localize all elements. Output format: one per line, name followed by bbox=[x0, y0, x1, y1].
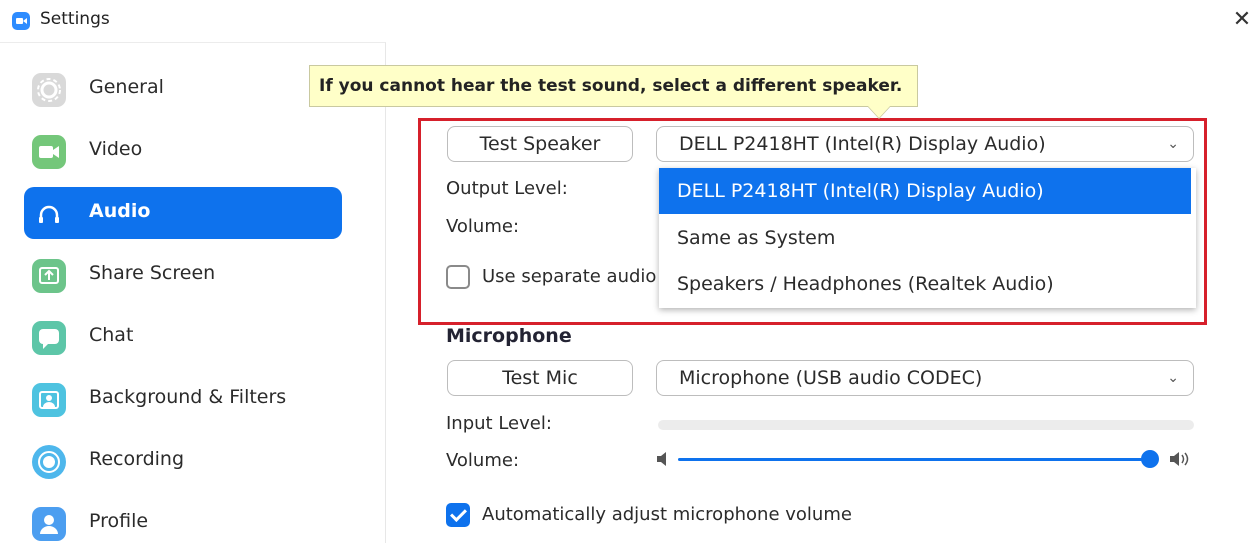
volume-low-icon bbox=[657, 452, 666, 466]
sidebar-item-label: Chat bbox=[89, 324, 134, 346]
highlight-annotation bbox=[418, 118, 1207, 325]
gear-icon bbox=[32, 73, 66, 107]
microphone-select[interactable]: Microphone (USB audio CODEC) ⌄ bbox=[656, 360, 1194, 396]
sidebar-item-chat[interactable]: Chat bbox=[24, 311, 342, 363]
microphone-section-title: Microphone bbox=[446, 325, 572, 347]
close-button[interactable]: ✕ bbox=[1228, 4, 1256, 36]
microphone-select-value: Microphone (USB audio CODEC) bbox=[679, 367, 983, 389]
speaker-tooltip: If you cannot hear the test sound, selec… bbox=[309, 65, 918, 107]
settings-sidebar: General Video Audio Share Screen Chat Ba… bbox=[0, 42, 386, 543]
sidebar-item-label: Profile bbox=[89, 510, 149, 532]
sidebar-item-audio[interactable]: Audio bbox=[24, 187, 342, 239]
sidebar-item-video[interactable]: Video bbox=[24, 125, 342, 177]
input-level-label: Input Level: bbox=[446, 413, 552, 434]
sidebar-item-label: Background & Filters bbox=[89, 386, 287, 408]
recording-icon bbox=[32, 445, 66, 479]
sidebar-item-share-screen[interactable]: Share Screen bbox=[24, 249, 342, 301]
auto-adjust-mic-checkbox[interactable] bbox=[446, 503, 470, 527]
chevron-down-icon: ⌄ bbox=[1167, 370, 1179, 386]
chat-icon bbox=[32, 321, 66, 355]
sidebar-item-recording[interactable]: Recording bbox=[24, 435, 342, 487]
tooltip-tail bbox=[868, 106, 890, 118]
sidebar-item-label: Recording bbox=[89, 448, 185, 470]
volume-high-icon bbox=[1170, 452, 1189, 466]
mic-volume-slider-track[interactable] bbox=[678, 458, 1148, 461]
share-screen-icon bbox=[32, 259, 66, 293]
input-level-meter bbox=[658, 420, 1194, 430]
headphones-icon bbox=[32, 197, 66, 231]
sidebar-item-general[interactable]: General bbox=[24, 63, 342, 115]
window-title: Settings bbox=[40, 9, 110, 29]
video-icon bbox=[32, 135, 66, 169]
sidebar-item-label: Share Screen bbox=[89, 262, 216, 284]
sidebar-item-label: General bbox=[89, 76, 164, 98]
zoom-app-icon bbox=[12, 12, 30, 30]
sidebar-item-background-filters[interactable]: Background & Filters bbox=[24, 373, 342, 425]
mic-volume-label: Volume: bbox=[446, 450, 520, 471]
sidebar-item-profile[interactable]: Profile bbox=[24, 497, 342, 549]
profile-icon bbox=[32, 507, 66, 541]
auto-adjust-mic-label: Automatically adjust microphone volume bbox=[482, 504, 852, 525]
mic-volume-slider-thumb[interactable] bbox=[1141, 450, 1159, 468]
sidebar-item-label: Audio bbox=[89, 200, 151, 222]
sidebar-item-label: Video bbox=[89, 138, 143, 160]
test-mic-button[interactable]: Test Mic bbox=[447, 360, 633, 396]
background-icon bbox=[32, 383, 66, 417]
title-bar: Settings ✕ bbox=[0, 0, 1258, 42]
